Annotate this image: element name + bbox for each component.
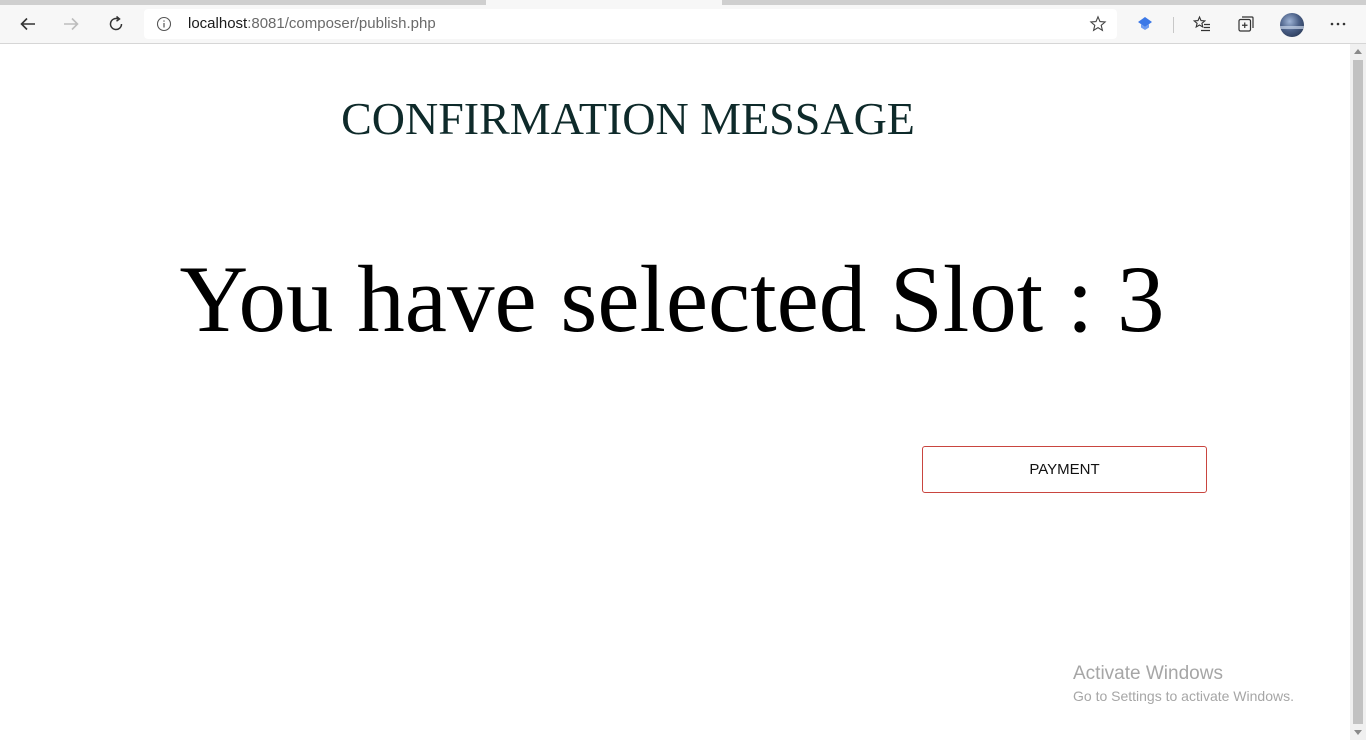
extension-icon (1138, 17, 1152, 30)
browser-toolbar: localhost:8081/composer/publish.php (0, 5, 1366, 44)
url-host: localhost (188, 15, 248, 32)
refresh-button[interactable] (101, 9, 131, 39)
collections-icon (1238, 16, 1254, 32)
page-viewport: CONFIRMATION MESSAGE You have selected S… (0, 44, 1350, 740)
payment-button[interactable]: PAYMENT (922, 446, 1207, 493)
url-path: :8081/composer/publish.php (247, 15, 436, 32)
slot-message: You have selected Slot : 3 (179, 246, 1165, 352)
watermark-title: Activate Windows (1073, 663, 1223, 684)
refresh-icon (109, 15, 123, 31)
page-title: CONFIRMATION MESSAGE (341, 93, 915, 144)
star-icon[interactable] (1089, 15, 1107, 38)
vertical-scrollbar[interactable] (1350, 44, 1366, 740)
forward-button[interactable] (56, 9, 86, 39)
more-button[interactable] (1323, 9, 1353, 39)
watermark-subtitle: Go to Settings to activate Windows. (1073, 688, 1294, 704)
back-arrow-icon (20, 17, 35, 31)
activate-windows-watermark: Activate Windows Go to Settings to activ… (1073, 662, 1294, 706)
scroll-up-icon[interactable] (1354, 49, 1362, 54)
collections-button[interactable] (1231, 9, 1261, 39)
url-text[interactable]: localhost:8081/composer/publish.php (188, 15, 436, 32)
scroll-down-icon[interactable] (1354, 730, 1362, 735)
avatar[interactable] (1280, 13, 1304, 37)
favorites-button[interactable] (1187, 9, 1217, 39)
address-bar[interactable]: localhost:8081/composer/publish.php (144, 9, 1117, 39)
info-icon[interactable] (156, 16, 172, 37)
forward-arrow-icon (64, 17, 79, 31)
toolbar-separator (1173, 17, 1174, 33)
extension-button[interactable] (1130, 9, 1160, 39)
favorites-icon (1193, 15, 1210, 32)
scrollbar-thumb[interactable] (1353, 60, 1363, 724)
more-icon (1330, 22, 1346, 26)
back-button[interactable] (13, 9, 43, 39)
